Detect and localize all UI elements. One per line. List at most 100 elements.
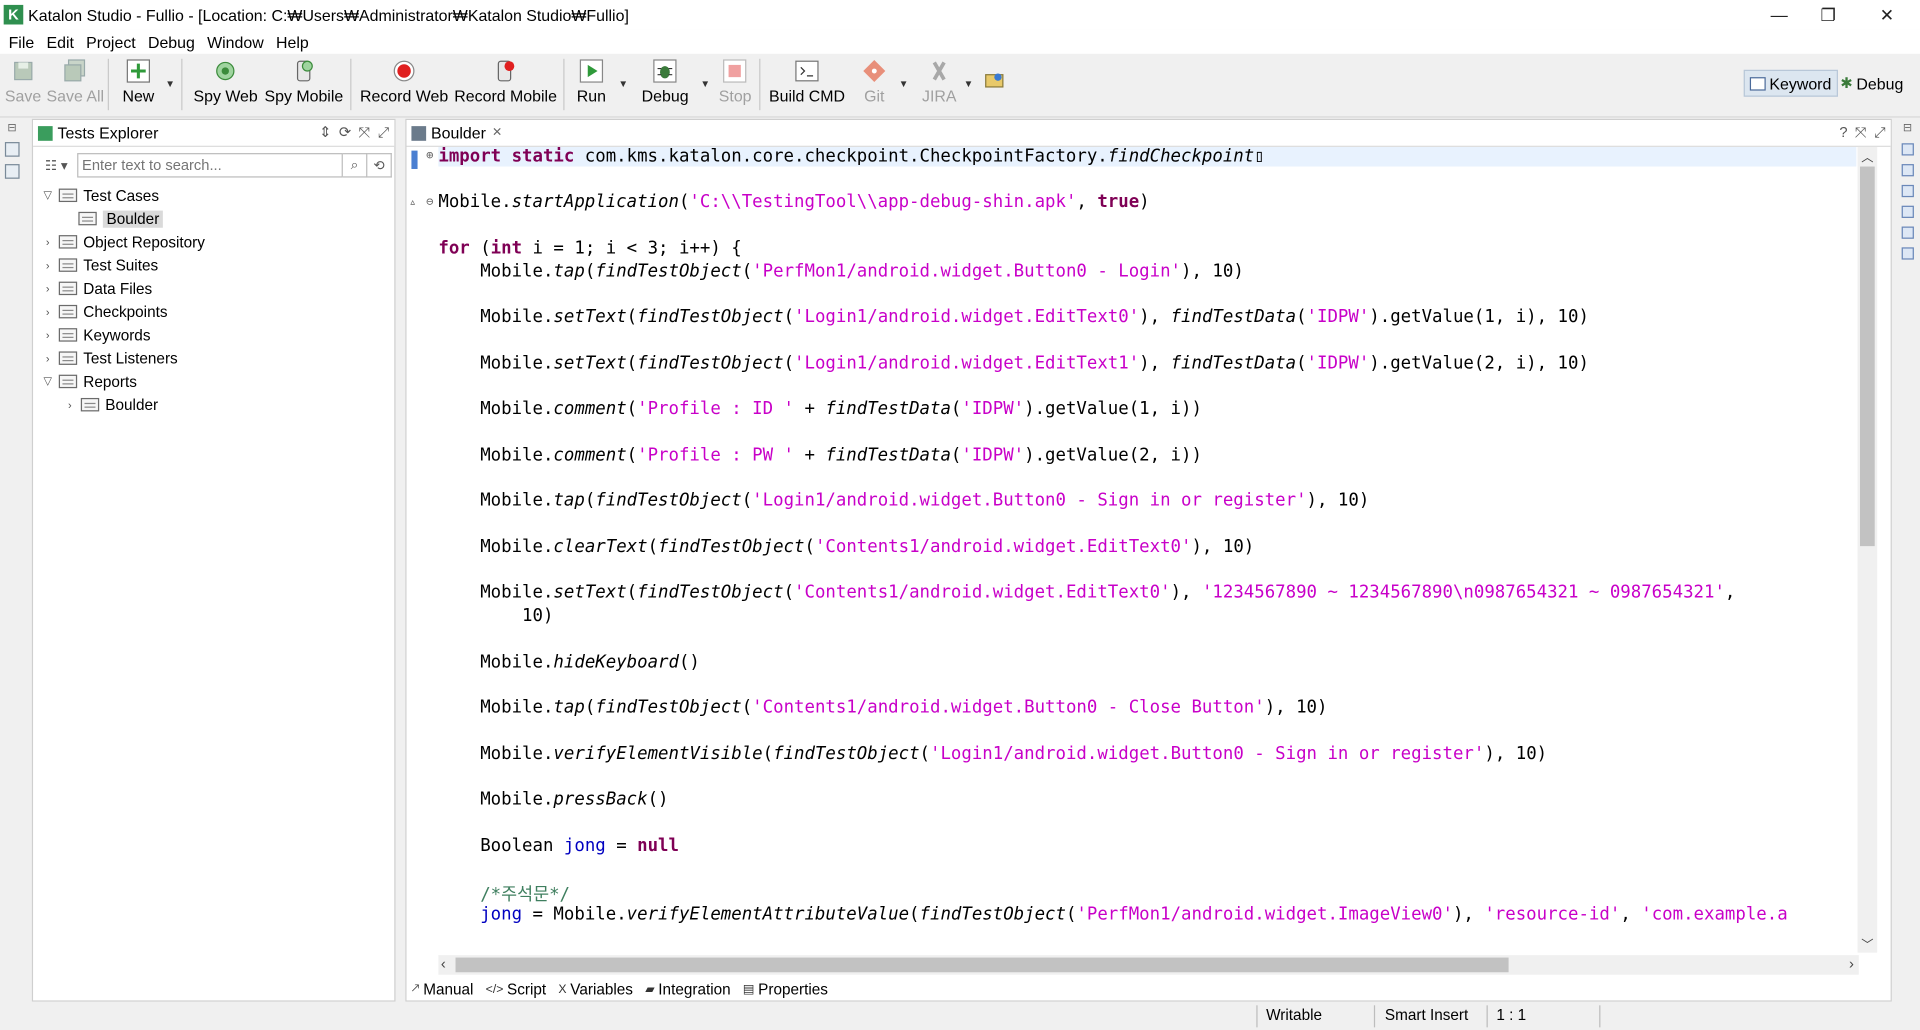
chevron-right-icon[interactable]: › xyxy=(40,282,55,294)
code-line-settext-contents-cont: 10) xyxy=(438,606,554,626)
restore-panel-icon[interactable]: ⊟ xyxy=(7,121,27,134)
tree-item-checkpoints[interactable]: › Checkpoints xyxy=(33,300,394,323)
keyword-browser-icon[interactable] xyxy=(1901,164,1914,177)
link-editor-icon[interactable]: ⇕ xyxy=(319,124,331,142)
tree-item-object-repository[interactable]: › Object Repository xyxy=(33,230,394,253)
stop-button[interactable]: Stop xyxy=(719,59,752,105)
new-button[interactable]: New xyxy=(122,59,154,105)
problems-icon[interactable] xyxy=(1901,226,1914,239)
editor-vertical-scrollbar[interactable]: ︿ ﹀ xyxy=(1857,146,1878,953)
menu-file[interactable]: File xyxy=(2,32,40,50)
chevron-right-icon[interactable]: › xyxy=(40,329,55,341)
outline-trim-icon[interactable] xyxy=(4,164,20,179)
outline-view-icon[interactable] xyxy=(1901,247,1914,260)
console-icon[interactable] xyxy=(1901,184,1914,198)
new-dropdown-icon[interactable]: ▼ xyxy=(165,78,175,89)
play-icon xyxy=(579,59,603,83)
code-line-verify-attribute: jong = Mobile.verifyElementAttributeValu… xyxy=(480,904,1788,925)
tab-variables[interactable]: X Variables xyxy=(554,981,641,998)
explorer-actions: ⇕ ⟳ ⤧ ⤢ xyxy=(319,124,389,142)
vertical-scroll-thumb[interactable] xyxy=(1860,166,1875,547)
record-mobile-button[interactable]: Record Mobile xyxy=(454,59,557,105)
menu-edit[interactable]: Edit xyxy=(40,32,80,50)
window-title: Katalon Studio - Fullio - [Location: C:₩… xyxy=(28,5,629,24)
perspective-keyword[interactable]: Keyword xyxy=(1743,69,1838,97)
minimize-editor-icon[interactable]: ⤧ xyxy=(1855,124,1867,142)
status-cursor-position: 1 : 1 xyxy=(1496,1006,1527,1024)
chevron-right-icon[interactable]: › xyxy=(40,352,55,364)
close-window-button[interactable]: ✕ xyxy=(1859,0,1915,29)
log-viewer-icon[interactable] xyxy=(1901,205,1914,218)
menu-debug[interactable]: Debug xyxy=(142,32,201,50)
close-tab-icon[interactable]: ✕ xyxy=(492,126,502,139)
chevron-down-icon[interactable]: ▽ xyxy=(40,375,55,388)
tree-item-test-listeners[interactable]: › Test Listeners xyxy=(33,347,394,370)
jira-dropdown-icon[interactable]: ▼ xyxy=(964,78,974,89)
tree-item-boulder-test-case[interactable]: Boulder xyxy=(33,207,394,230)
plus-icon xyxy=(126,59,151,83)
help-icon[interactable]: ? xyxy=(1839,124,1847,142)
search-icon[interactable]: ⌕ xyxy=(342,153,368,178)
tab-properties[interactable]: ▤ Properties xyxy=(738,981,835,998)
plugin-icon[interactable] xyxy=(984,71,1004,88)
scroll-down-icon[interactable]: ﹀ xyxy=(1861,934,1873,952)
git-button[interactable]: Git xyxy=(862,59,886,105)
tree-item-boulder-report[interactable]: › Boulder xyxy=(33,393,394,416)
perspective-debug[interactable]: ✱ Debug xyxy=(1840,70,1903,97)
chevron-right-icon[interactable]: › xyxy=(62,399,77,411)
spy-web-button[interactable]: Spy Web xyxy=(193,59,258,105)
jira-button[interactable]: JIRA xyxy=(922,59,957,105)
folder-icon xyxy=(58,281,78,296)
editor-actions: ? ⤧ ⤢ xyxy=(1839,124,1885,142)
scroll-left-icon[interactable]: ‹ xyxy=(441,955,446,972)
tab-script[interactable]: </> Script xyxy=(481,981,554,998)
run-dropdown-icon[interactable]: ▼ xyxy=(618,78,628,89)
tree-item-keywords[interactable]: › Keywords xyxy=(33,323,394,346)
maximize-editor-icon[interactable]: ⤢ xyxy=(1874,124,1886,142)
explorer-search-input[interactable] xyxy=(77,153,343,178)
tree-item-data-files[interactable]: › Data Files xyxy=(33,277,394,300)
tab-integration[interactable]: ▰ Integration xyxy=(640,981,738,998)
menu-window[interactable]: Window xyxy=(201,32,270,50)
code-area[interactable]: ⊕ import static com.kms.katalon.core.che… xyxy=(407,146,1857,953)
run-button[interactable]: Run xyxy=(577,59,606,105)
chevron-down-icon[interactable]: ▽ xyxy=(40,189,55,202)
editor-tab-boulder[interactable]: Boulder ✕ xyxy=(406,120,1891,147)
folder-icon xyxy=(58,328,78,342)
filter-dropdown-icon[interactable]: ☷ ▾ xyxy=(36,153,78,177)
tab-manual[interactable]: 🡕 Manual xyxy=(407,979,481,1000)
tests-explorer-trim-icon[interactable] xyxy=(4,142,20,157)
chevron-right-icon[interactable]: › xyxy=(40,306,55,318)
menu-project[interactable]: Project xyxy=(80,32,142,50)
build-cmd-button[interactable]: Build CMD xyxy=(769,59,845,105)
menu-help[interactable]: Help xyxy=(270,32,315,50)
fold-collapse-icon[interactable]: ▵ xyxy=(409,196,416,209)
tree-item-test-cases[interactable]: ▽ Test Cases xyxy=(33,184,394,207)
scroll-up-icon[interactable]: ︿ xyxy=(1861,147,1873,165)
scroll-right-icon[interactable]: › xyxy=(1849,955,1854,972)
debug-button[interactable]: Debug xyxy=(642,59,689,105)
collapse-icon[interactable]: ⤧ xyxy=(359,124,371,142)
restore-right-panel-icon[interactable]: ⊟ xyxy=(1903,121,1920,134)
save-button[interactable]: Save xyxy=(5,59,41,105)
editor-horizontal-scrollbar[interactable]: ‹ › xyxy=(438,955,1859,975)
maximize-icon[interactable]: ⤢ xyxy=(378,124,390,142)
debug-dropdown-icon[interactable]: ▼ xyxy=(700,78,710,89)
restore-button[interactable]: ❐ xyxy=(1800,0,1856,29)
chevron-right-icon[interactable]: › xyxy=(40,236,55,248)
code-line-for: for (int i = 1; i < 3; i++) { xyxy=(438,238,742,259)
horizontal-scroll-thumb[interactable] xyxy=(455,957,1509,973)
refresh-icon[interactable]: ⟳ xyxy=(339,124,351,142)
record-web-button[interactable]: Record Web xyxy=(360,59,448,105)
chevron-right-icon[interactable]: › xyxy=(40,259,55,271)
fold-marker-icon[interactable]: ⊖ xyxy=(426,196,433,209)
fold-expand-icon[interactable]: ⊕ xyxy=(426,149,433,162)
git-dropdown-icon[interactable]: ▼ xyxy=(899,78,909,89)
save-all-button[interactable]: Save All xyxy=(47,59,104,105)
spy-mobile-button[interactable]: Spy Mobile xyxy=(264,59,343,105)
help-view-icon[interactable] xyxy=(1901,143,1914,156)
advanced-search-icon[interactable]: ⟲ xyxy=(367,153,392,178)
tree-item-test-suites[interactable]: › Test Suites xyxy=(33,253,394,276)
minimize-button[interactable]: — xyxy=(1751,0,1807,29)
tree-item-reports[interactable]: ▽ Reports xyxy=(33,370,394,393)
